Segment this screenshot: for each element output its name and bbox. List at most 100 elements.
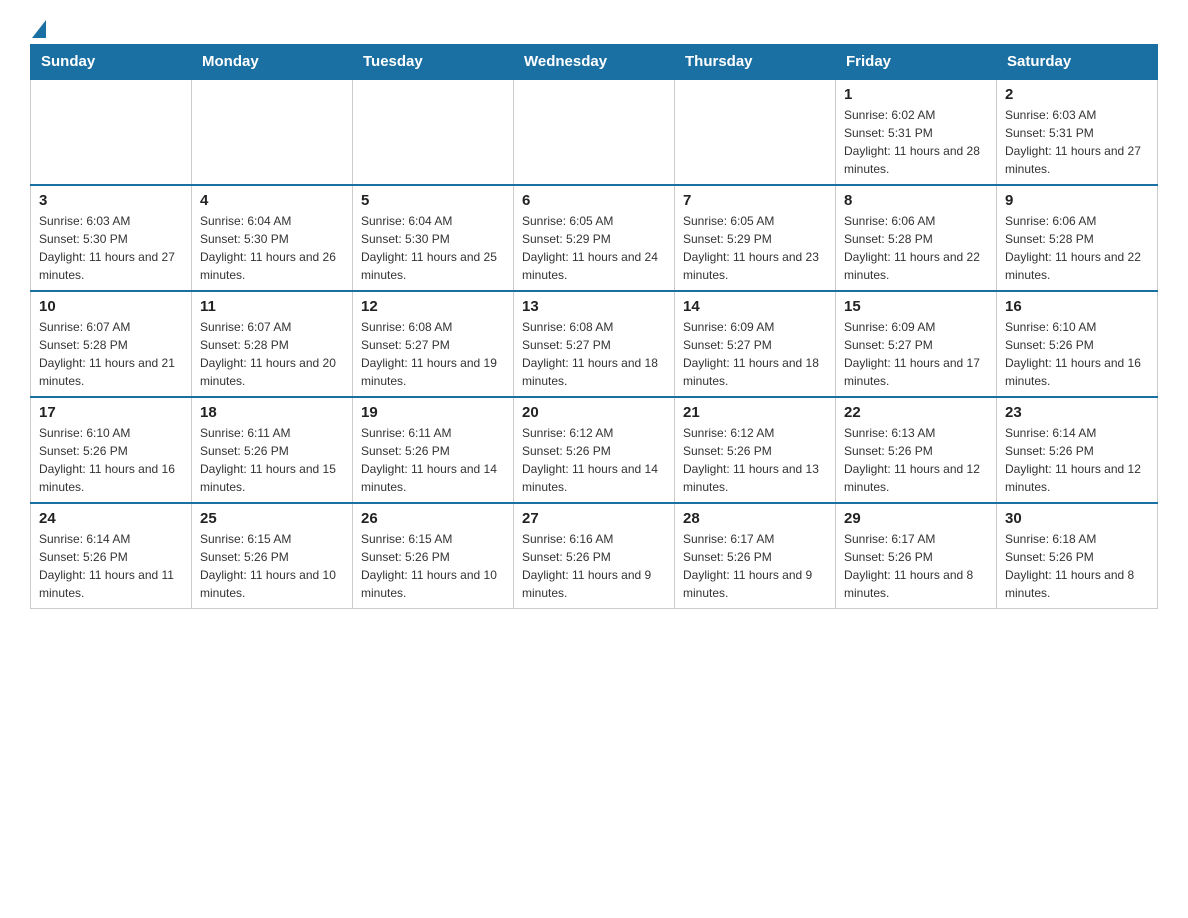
day-number: 21 xyxy=(683,404,827,421)
day-info: Sunrise: 6:14 AMSunset: 5:26 PMDaylight:… xyxy=(1005,424,1149,496)
day-info: Sunrise: 6:07 AMSunset: 5:28 PMDaylight:… xyxy=(200,318,344,390)
table-row xyxy=(192,79,353,185)
day-number: 6 xyxy=(522,192,666,209)
table-row: 6 Sunrise: 6:05 AMSunset: 5:29 PMDaylight… xyxy=(514,185,675,291)
day-number: 10 xyxy=(39,298,183,315)
day-info: Sunrise: 6:17 AMSunset: 5:26 PMDaylight:… xyxy=(844,530,988,602)
table-row: 24Sunrise: 6:14 AMSunset: 5:26 PMDayligh… xyxy=(31,503,192,609)
table-row: 8 Sunrise: 6:06 AMSunset: 5:28 PMDaylight… xyxy=(836,185,997,291)
day-number: 4 xyxy=(200,192,344,209)
logo xyxy=(30,20,46,34)
day-info: Sunrise: 6:14 AMSunset: 5:26 PMDaylight:… xyxy=(39,530,183,602)
table-row: 16 Sunrise: 6:10 AMSunset: 5:26 PMDayligh… xyxy=(997,291,1158,397)
table-row: 25 Sunrise: 6:15 AMSunset: 5:26 PMDayligh… xyxy=(192,503,353,609)
table-row: 1 Sunrise: 6:02 AMSunset: 5:31 PMDaylight… xyxy=(836,79,997,185)
page-header xyxy=(30,20,1158,34)
table-row: 11 Sunrise: 6:07 AMSunset: 5:28 PMDayligh… xyxy=(192,291,353,397)
header-saturday: Saturday xyxy=(997,45,1158,80)
day-info: Sunrise: 6:12 AMSunset: 5:26 PMDaylight:… xyxy=(522,424,666,496)
day-number: 13 xyxy=(522,298,666,315)
day-info: Sunrise: 6:11 AMSunset: 5:26 PMDaylight:… xyxy=(200,424,344,496)
day-number: 12 xyxy=(361,298,505,315)
day-info: Sunrise: 6:08 AMSunset: 5:27 PMDaylight:… xyxy=(522,318,666,390)
calendar-week-row: 17Sunrise: 6:10 AMSunset: 5:26 PMDayligh… xyxy=(31,397,1158,503)
header-sunday: Sunday xyxy=(31,45,192,80)
table-row: 3 Sunrise: 6:03 AMSunset: 5:30 PMDaylight… xyxy=(31,185,192,291)
day-info: Sunrise: 6:03 AMSunset: 5:30 PMDaylight:… xyxy=(39,212,183,284)
day-number: 8 xyxy=(844,192,988,209)
table-row xyxy=(353,79,514,185)
table-row: 9 Sunrise: 6:06 AMSunset: 5:28 PMDaylight… xyxy=(997,185,1158,291)
day-info: Sunrise: 6:05 AMSunset: 5:29 PMDaylight:… xyxy=(683,212,827,284)
day-info: Sunrise: 6:15 AMSunset: 5:26 PMDaylight:… xyxy=(361,530,505,602)
day-info: Sunrise: 6:15 AMSunset: 5:26 PMDaylight:… xyxy=(200,530,344,602)
table-row: 23 Sunrise: 6:14 AMSunset: 5:26 PMDayligh… xyxy=(997,397,1158,503)
table-row: 20 Sunrise: 6:12 AMSunset: 5:26 PMDayligh… xyxy=(514,397,675,503)
calendar-week-row: 1 Sunrise: 6:02 AMSunset: 5:31 PMDaylight… xyxy=(31,79,1158,185)
day-number: 14 xyxy=(683,298,827,315)
day-number: 7 xyxy=(683,192,827,209)
day-number: 18 xyxy=(200,404,344,421)
header-tuesday: Tuesday xyxy=(353,45,514,80)
day-number: 27 xyxy=(522,510,666,527)
day-info: Sunrise: 6:09 AMSunset: 5:27 PMDaylight:… xyxy=(844,318,988,390)
day-info: Sunrise: 6:16 AMSunset: 5:26 PMDaylight:… xyxy=(522,530,666,602)
logo-arrow-icon xyxy=(32,20,46,38)
table-row: 26 Sunrise: 6:15 AMSunset: 5:26 PMDayligh… xyxy=(353,503,514,609)
table-row: 30Sunrise: 6:18 AMSunset: 5:26 PMDayligh… xyxy=(997,503,1158,609)
day-info: Sunrise: 6:12 AMSunset: 5:26 PMDaylight:… xyxy=(683,424,827,496)
day-number: 16 xyxy=(1005,298,1149,315)
day-number: 19 xyxy=(361,404,505,421)
table-row: 2 Sunrise: 6:03 AMSunset: 5:31 PMDaylight… xyxy=(997,79,1158,185)
table-row: 15 Sunrise: 6:09 AMSunset: 5:27 PMDayligh… xyxy=(836,291,997,397)
calendar-week-row: 3 Sunrise: 6:03 AMSunset: 5:30 PMDaylight… xyxy=(31,185,1158,291)
table-row: 10 Sunrise: 6:07 AMSunset: 5:28 PMDayligh… xyxy=(31,291,192,397)
weekday-header-row: Sunday Monday Tuesday Wednesday Thursday… xyxy=(31,45,1158,80)
table-row: 17Sunrise: 6:10 AMSunset: 5:26 PMDayligh… xyxy=(31,397,192,503)
day-info: Sunrise: 6:06 AMSunset: 5:28 PMDaylight:… xyxy=(1005,212,1149,284)
table-row: 5 Sunrise: 6:04 AMSunset: 5:30 PMDaylight… xyxy=(353,185,514,291)
table-row: 21 Sunrise: 6:12 AMSunset: 5:26 PMDayligh… xyxy=(675,397,836,503)
table-row xyxy=(514,79,675,185)
day-info: Sunrise: 6:11 AMSunset: 5:26 PMDaylight:… xyxy=(361,424,505,496)
calendar-week-row: 24Sunrise: 6:14 AMSunset: 5:26 PMDayligh… xyxy=(31,503,1158,609)
day-number: 9 xyxy=(1005,192,1149,209)
table-row: 27 Sunrise: 6:16 AMSunset: 5:26 PMDayligh… xyxy=(514,503,675,609)
day-info: Sunrise: 6:05 AMSunset: 5:29 PMDaylight:… xyxy=(522,212,666,284)
table-row: 12 Sunrise: 6:08 AMSunset: 5:27 PMDayligh… xyxy=(353,291,514,397)
table-row xyxy=(31,79,192,185)
day-number: 23 xyxy=(1005,404,1149,421)
day-number: 22 xyxy=(844,404,988,421)
day-number: 11 xyxy=(200,298,344,315)
day-number: 1 xyxy=(844,86,988,103)
day-number: 15 xyxy=(844,298,988,315)
calendar-week-row: 10 Sunrise: 6:07 AMSunset: 5:28 PMDayligh… xyxy=(31,291,1158,397)
day-number: 25 xyxy=(200,510,344,527)
header-thursday: Thursday xyxy=(675,45,836,80)
day-info: Sunrise: 6:08 AMSunset: 5:27 PMDaylight:… xyxy=(361,318,505,390)
day-info: Sunrise: 6:02 AMSunset: 5:31 PMDaylight:… xyxy=(844,106,988,178)
table-row: 19 Sunrise: 6:11 AMSunset: 5:26 PMDayligh… xyxy=(353,397,514,503)
day-info: Sunrise: 6:10 AMSunset: 5:26 PMDaylight:… xyxy=(1005,318,1149,390)
day-number: 2 xyxy=(1005,86,1149,103)
table-row: 28 Sunrise: 6:17 AMSunset: 5:26 PMDayligh… xyxy=(675,503,836,609)
day-number: 20 xyxy=(522,404,666,421)
day-info: Sunrise: 6:10 AMSunset: 5:26 PMDaylight:… xyxy=(39,424,183,496)
day-number: 28 xyxy=(683,510,827,527)
day-number: 3 xyxy=(39,192,183,209)
table-row: 18 Sunrise: 6:11 AMSunset: 5:26 PMDayligh… xyxy=(192,397,353,503)
day-info: Sunrise: 6:17 AMSunset: 5:26 PMDaylight:… xyxy=(683,530,827,602)
day-info: Sunrise: 6:13 AMSunset: 5:26 PMDaylight:… xyxy=(844,424,988,496)
header-friday: Friday xyxy=(836,45,997,80)
day-number: 26 xyxy=(361,510,505,527)
logo-blue-part xyxy=(30,20,46,34)
day-number: 5 xyxy=(361,192,505,209)
day-info: Sunrise: 6:07 AMSunset: 5:28 PMDaylight:… xyxy=(39,318,183,390)
day-info: Sunrise: 6:06 AMSunset: 5:28 PMDaylight:… xyxy=(844,212,988,284)
header-monday: Monday xyxy=(192,45,353,80)
table-row: 14Sunrise: 6:09 AMSunset: 5:27 PMDayligh… xyxy=(675,291,836,397)
day-number: 29 xyxy=(844,510,988,527)
day-info: Sunrise: 6:03 AMSunset: 5:31 PMDaylight:… xyxy=(1005,106,1149,178)
table-row: 22 Sunrise: 6:13 AMSunset: 5:26 PMDayligh… xyxy=(836,397,997,503)
day-info: Sunrise: 6:04 AMSunset: 5:30 PMDaylight:… xyxy=(361,212,505,284)
